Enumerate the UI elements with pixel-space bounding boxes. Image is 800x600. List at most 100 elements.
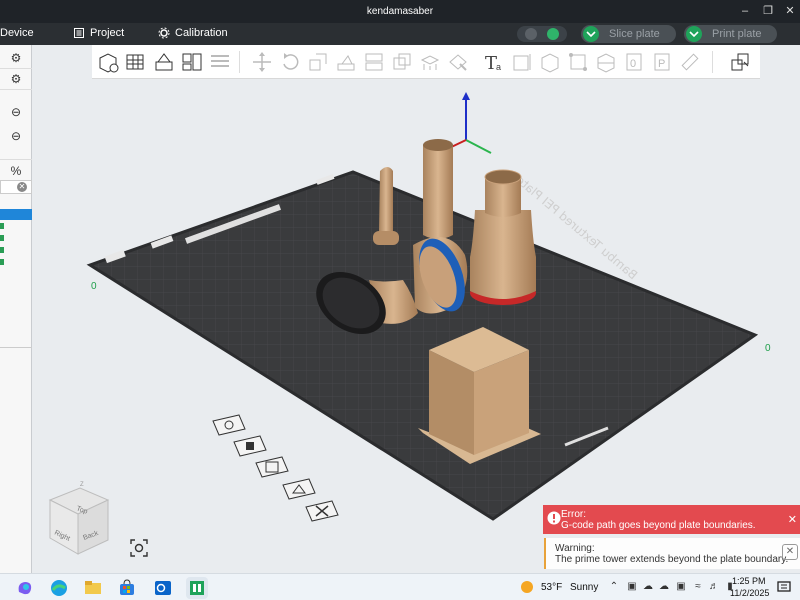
preview-view-icon[interactable] — [547, 28, 559, 40]
seam-paint-icon[interactable] — [446, 50, 470, 74]
plate-grid — [90, 172, 755, 519]
object-check-icon[interactable] — [0, 247, 4, 253]
text-icon[interactable]: Ta — [482, 50, 506, 74]
object-search-input[interactable]: ✕ — [0, 180, 32, 194]
file-explorer-icon[interactable] — [82, 577, 104, 599]
variable-height-icon[interactable] — [566, 50, 590, 74]
plate-settings-icon[interactable]: P — [650, 50, 674, 74]
volume-icon[interactable]: ♬ — [708, 581, 720, 593]
project-icon — [74, 28, 84, 38]
panel-divider — [0, 347, 32, 348]
chevron-down-icon[interactable] — [686, 26, 702, 42]
window-title: kendamasaber — [366, 6, 434, 17]
assembly-icon[interactable] — [538, 50, 562, 74]
split-icon[interactable] — [208, 50, 232, 74]
explode-view-icon[interactable] — [728, 50, 752, 74]
close-icon[interactable]: ✕ — [780, 2, 800, 20]
filament-settings-row[interactable]: ⚙ — [0, 68, 32, 90]
object-check-icon[interactable] — [0, 223, 4, 229]
axis-origin-left: 0 — [91, 281, 97, 292]
bambu-studio-window: kendamasaber – ❐ ✕ Device Project Calibr… — [0, 0, 800, 600]
phone-link-icon[interactable]: ▣ — [626, 581, 638, 593]
error-title: Error: — [561, 509, 586, 520]
cut-icon[interactable] — [362, 50, 386, 74]
chevron-up-icon[interactable]: ⌃ — [608, 581, 620, 593]
warning-title: Warning: — [555, 543, 595, 554]
mesh-boolean-icon[interactable] — [390, 50, 414, 74]
close-icon[interactable]: ✕ — [782, 544, 798, 560]
gear-icon[interactable]: ⚙ — [9, 51, 23, 65]
security-icon[interactable]: ▣ — [675, 581, 687, 593]
svg-text:0: 0 — [630, 58, 636, 70]
lay-on-face-icon[interactable] — [334, 50, 358, 74]
minimize-icon[interactable]: – — [735, 2, 755, 20]
clock-time[interactable]: 1:25 PM — [732, 576, 766, 586]
move-icon[interactable] — [250, 50, 274, 74]
plate-preview-icon[interactable]: 0 — [622, 50, 646, 74]
measure-icon[interactable] — [510, 50, 534, 74]
clock-date[interactable]: 11/2/2025 — [730, 588, 769, 598]
svg-text:a: a — [496, 62, 501, 72]
notification-center-icon[interactable] — [777, 580, 791, 594]
object-check-icon[interactable] — [0, 259, 4, 265]
process-row[interactable]: % — [0, 159, 32, 181]
menu-device[interactable]: Device — [0, 27, 34, 39]
bambu-studio-icon[interactable] — [186, 577, 208, 599]
arrange-icon[interactable] — [180, 50, 204, 74]
svg-text:P: P — [658, 58, 665, 70]
printer-settings-row[interactable]: ⚙ — [0, 47, 32, 69]
chevron-down-icon[interactable] — [583, 26, 599, 42]
add-plate-icon[interactable] — [124, 50, 148, 74]
view-layout-button[interactable] — [254, 455, 290, 479]
sun-icon[interactable] — [520, 580, 534, 594]
menu-project-label: Project — [90, 27, 125, 39]
error-message: G-code path goes beyond plate boundaries… — [561, 520, 756, 531]
store-icon[interactable] — [116, 577, 138, 599]
rotate-icon[interactable] — [278, 50, 302, 74]
menu-project[interactable]: Project — [73, 27, 124, 39]
restore-icon[interactable]: ❐ — [758, 2, 778, 20]
edge-browser-icon[interactable] — [48, 577, 70, 599]
view-mode-toggle[interactable] — [517, 26, 567, 42]
cloud-icon[interactable]: ☁ — [642, 581, 654, 593]
auto-orient-icon[interactable] — [152, 50, 176, 74]
weather-description[interactable]: Sunny — [570, 582, 598, 593]
reset-view-icon[interactable] — [129, 538, 149, 558]
layers-icon[interactable] — [594, 50, 618, 74]
warning-notification: Warning: The prime tower extends beyond … — [544, 538, 800, 569]
windows-taskbar: 53°F Sunny ⌃ ▣ ☁ ☁ ▣ ≈ ♬ ▮ 1:25 PM 11/2/… — [0, 573, 800, 600]
object-check-icon[interactable] — [0, 235, 4, 241]
selected-object-row[interactable] — [0, 209, 32, 220]
slice-plate-button[interactable]: Slice plate — [581, 25, 676, 43]
remove-icon[interactable]: ⊖ — [9, 129, 23, 143]
close-icon[interactable]: ✕ — [788, 513, 797, 526]
outlook-icon[interactable] — [152, 577, 174, 599]
title-bar: kendamasaber – ❐ ✕ — [0, 0, 800, 23]
prepare-view-icon[interactable] — [525, 28, 537, 40]
gear-icon[interactable]: ⚙ — [9, 72, 23, 86]
copilot-icon[interactable] — [14, 577, 36, 599]
tube-model[interactable] — [423, 139, 453, 239]
gear-icon — [158, 27, 170, 39]
slice-plate-label: Slice plate — [609, 28, 660, 40]
toolbar-divider — [712, 51, 713, 73]
onedrive-icon[interactable]: ☁ — [658, 581, 670, 593]
add-object-icon[interactable] — [96, 50, 120, 74]
clear-icon[interactable]: ✕ — [17, 182, 27, 192]
close-plate-icon[interactable] — [304, 499, 340, 523]
ruler-icon[interactable] — [678, 50, 702, 74]
filament-slot-row[interactable]: ⊖ — [0, 101, 32, 123]
view-arrange-button[interactable] — [281, 477, 317, 501]
nav-cube-z-label: Z — [80, 482, 84, 488]
3d-viewport[interactable]: Bambu Textured PEI Plate 0 0 — [33, 45, 800, 573]
wifi-icon[interactable]: ≈ — [692, 581, 704, 593]
navigation-cube[interactable]: Top Right Back Z — [44, 478, 114, 560]
remove-icon[interactable]: ⊖ — [9, 105, 23, 119]
print-plate-button[interactable]: Print plate — [684, 25, 777, 43]
weather-temperature[interactable]: 53°F — [541, 582, 562, 593]
percent-icon[interactable]: % — [9, 164, 23, 178]
scale-icon[interactable] — [306, 50, 330, 74]
filament-slot-row[interactable]: ⊖ — [0, 125, 32, 147]
menu-calibration[interactable]: Calibration — [158, 27, 228, 39]
support-paint-icon[interactable] — [418, 50, 442, 74]
